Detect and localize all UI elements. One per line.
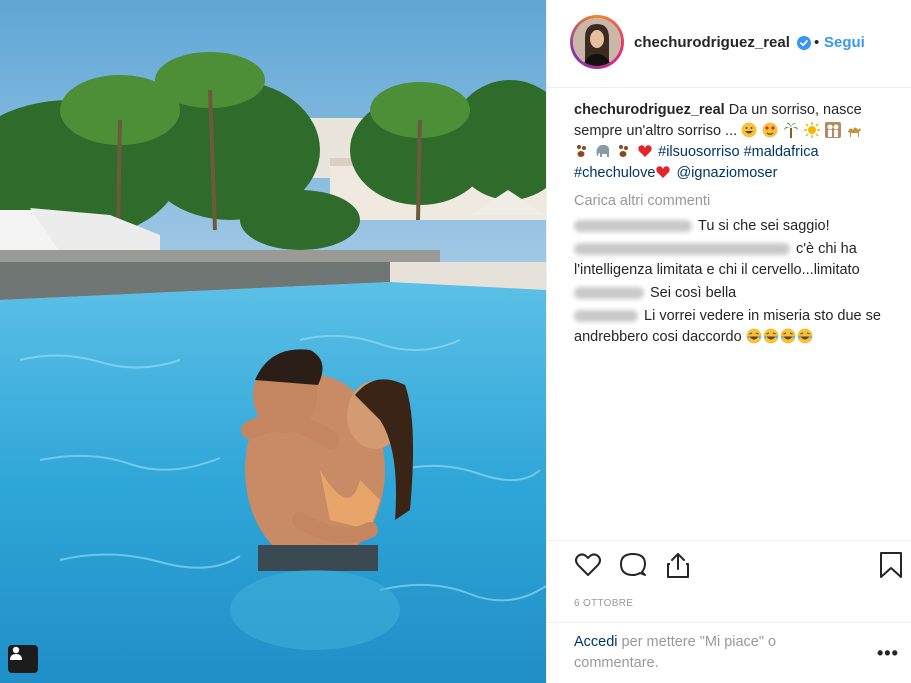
grin-emoji-icon: [741, 122, 757, 138]
comments-list: chechurodriguez_real Da un sorriso, nasc…: [574, 100, 899, 350]
avatar-image: [573, 18, 621, 66]
footer-divider: [547, 622, 911, 623]
elephant-emoji-icon: [595, 143, 611, 159]
verified-badge-icon: [797, 36, 811, 50]
share-icon[interactable]: [663, 550, 693, 580]
hashtag-chechulove[interactable]: #chechulove: [574, 165, 655, 181]
redacted-username: [574, 243, 790, 256]
heart-icon[interactable]: [573, 550, 603, 580]
redacted-username: [574, 220, 692, 233]
caption: chechurodriguez_real Da un sorriso, nasc…: [574, 100, 899, 184]
palm-tree-emoji-icon: [783, 122, 799, 138]
hashtag-maldafrica[interactable]: #maldafrica: [744, 144, 819, 160]
load-more-comments[interactable]: Carica altri commenti: [574, 191, 899, 212]
more-options-icon[interactable]: •••: [877, 643, 899, 664]
separator-dot: •: [814, 34, 820, 51]
red-heart-emoji-icon: [637, 143, 653, 159]
avatar[interactable]: [570, 15, 624, 69]
red-heart-emoji-icon-2: [655, 164, 671, 180]
sun-emoji-icon: [804, 122, 821, 138]
comment-icon[interactable]: [618, 550, 648, 580]
pool-couple-image: [0, 0, 546, 683]
user-tag-icon: [10, 646, 22, 660]
post-photo[interactable]: [0, 0, 546, 683]
camel-emoji-icon: [846, 122, 862, 138]
comment-item: c'è chi ha l'intelligenza limitata e chi…: [574, 239, 899, 281]
post-date: 6 OTTOBRE: [574, 598, 634, 609]
user-tag-button[interactable]: [8, 645, 38, 673]
mention-ignaziomoser[interactable]: @ignaziomoser: [676, 165, 777, 181]
hashtag-ilsuosorriso[interactable]: #ilsuosorriso: [658, 144, 739, 160]
laughing-emoji-icon-4: [797, 328, 813, 344]
laughing-emoji-icon: [746, 328, 762, 344]
follow-button[interactable]: Segui: [824, 34, 865, 51]
comment-text: Tu si che sei saggio!: [698, 218, 830, 234]
post-side-panel: chechurodriguez_real • Segui chechurodri…: [546, 0, 911, 683]
comment-item: Li vorrei vedere in miseria sto due se a…: [574, 306, 899, 348]
bookmark-icon[interactable]: [876, 550, 906, 580]
laughing-emoji-icon-3: [780, 328, 796, 344]
login-link[interactable]: Accedi: [574, 634, 618, 650]
username[interactable]: chechurodriguez_real: [634, 34, 790, 51]
comment-item: Tu si che sei saggio!: [574, 216, 899, 237]
redacted-username: [574, 310, 638, 323]
paw-emoji-icon: [574, 143, 590, 159]
heart-eyes-emoji-icon: [762, 122, 778, 138]
couple-emoji-icon: [825, 122, 842, 138]
post-header: chechurodriguez_real • Segui: [547, 0, 911, 88]
laughing-emoji-icon-2: [763, 328, 779, 344]
login-prompt: Accedi per mettere "Mi piace" o commenta…: [574, 632, 834, 674]
redacted-username: [574, 287, 644, 300]
actions-divider: [547, 540, 911, 541]
paw-emoji-icon-2: [616, 143, 632, 159]
comment-text: Sei così bella: [650, 285, 737, 301]
caption-username[interactable]: chechurodriguez_real: [574, 102, 725, 118]
comment-item: Sei così bella: [574, 283, 899, 304]
